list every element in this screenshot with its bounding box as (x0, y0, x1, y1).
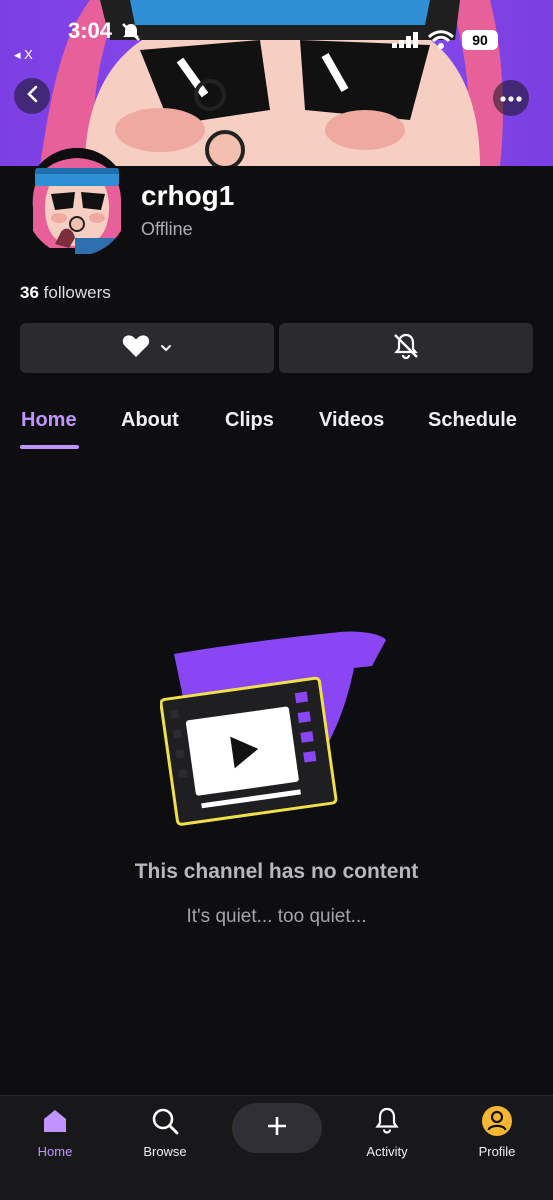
empty-state-title: This channel has no content (134, 860, 419, 883)
nav-browse-label: Browse (143, 1144, 187, 1159)
battery-indicator: 90 (462, 30, 498, 50)
empty-state-subtitle: It's quiet... too quiet... (186, 906, 367, 927)
followers-count: 36 followers (20, 283, 111, 303)
nav-profile-label: Profile (478, 1144, 516, 1159)
more-options-button[interactable] (493, 80, 529, 116)
notifications-button[interactable] (279, 323, 533, 373)
status-time: 3:04 (68, 18, 113, 43)
followers-label: followers (43, 283, 111, 302)
nav-profile[interactable]: Profile (452, 1106, 542, 1159)
plus-icon (267, 1116, 287, 1141)
create-button[interactable] (232, 1103, 322, 1153)
active-tab-indicator (20, 445, 79, 449)
nav-home[interactable]: Home (10, 1106, 100, 1159)
channel-tabs: Home About Clips Videos Schedule (0, 405, 553, 449)
bottom-navigation: Home Browse Activity Profile (0, 1095, 553, 1200)
heart-icon (122, 334, 150, 363)
nav-activity[interactable]: Activity (342, 1106, 432, 1159)
chevron-down-icon (160, 339, 172, 357)
more-dots-icon (500, 89, 522, 107)
channel-status: Offline (141, 219, 193, 239)
tab-about[interactable]: About (121, 409, 179, 432)
tab-home[interactable]: Home (21, 409, 77, 432)
nav-activity-label: Activity (366, 1144, 408, 1159)
nav-home-label: Home (37, 1144, 73, 1159)
channel-username: crhog1 (141, 180, 235, 211)
wifi-icon (427, 30, 455, 55)
followers-number: 36 (20, 283, 39, 302)
profile-icon (452, 1106, 542, 1136)
search-icon (120, 1106, 210, 1136)
follow-button[interactable] (20, 323, 274, 373)
chevron-left-icon (25, 85, 39, 108)
avatar[interactable] (25, 148, 129, 256)
status-bar: 3:04 ◂ X 90 (0, 0, 553, 63)
tab-schedule[interactable]: Schedule (428, 409, 517, 432)
back-to-app-link[interactable]: ◂ X (14, 47, 33, 63)
bell-off-icon (392, 332, 420, 365)
cellular-signal-icon (392, 32, 420, 53)
silent-mode-icon (121, 22, 141, 47)
tab-videos[interactable]: Videos (319, 409, 384, 432)
empty-content-illustration (159, 628, 392, 833)
bell-icon (342, 1106, 432, 1136)
nav-browse[interactable]: Browse (120, 1106, 210, 1159)
back-button[interactable] (14, 78, 50, 114)
tab-clips[interactable]: Clips (225, 409, 274, 432)
home-icon (10, 1106, 100, 1136)
